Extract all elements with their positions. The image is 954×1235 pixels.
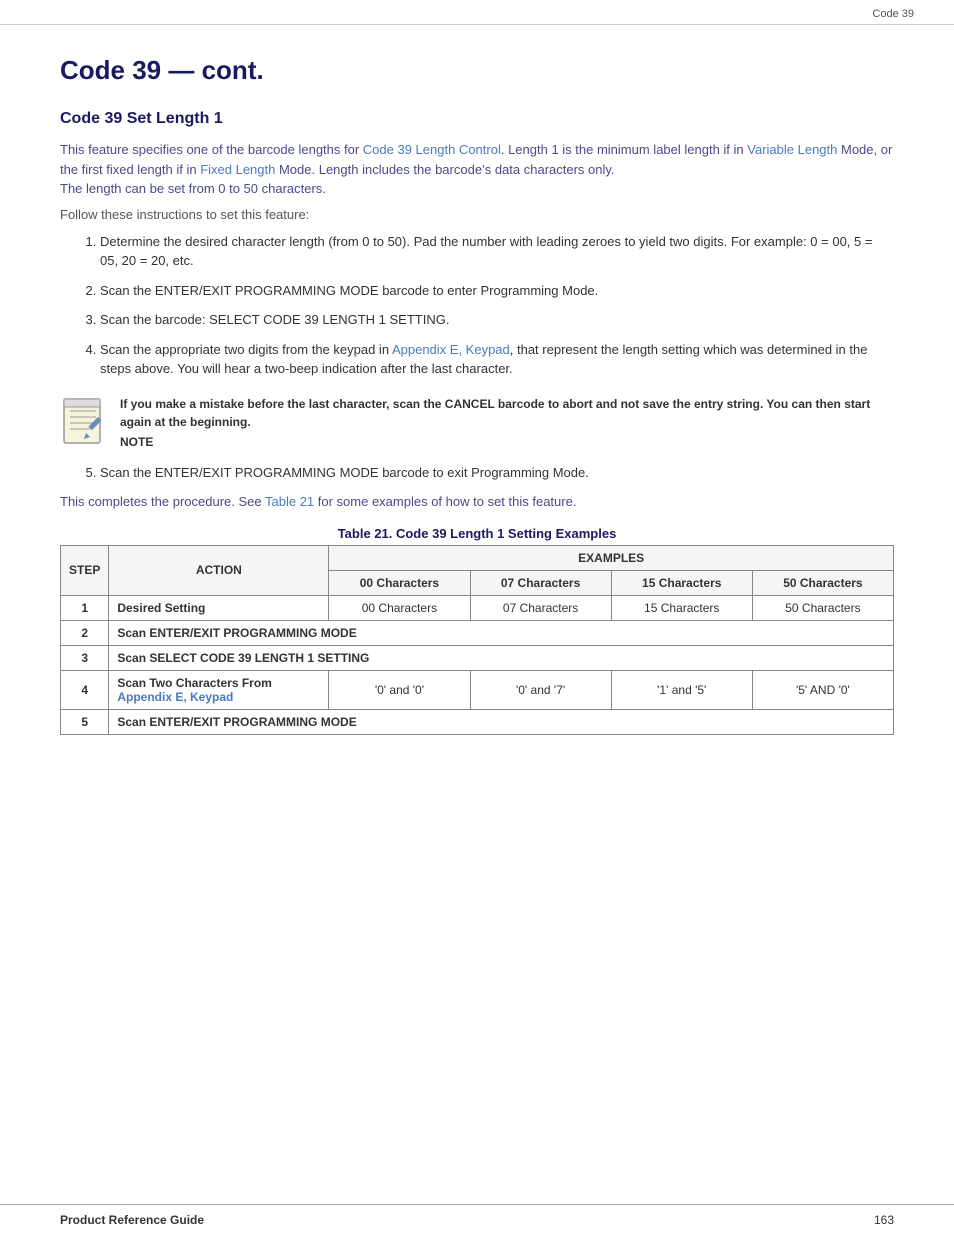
intro-text-4: Mode. Length includes the barcode’s data… [275,162,614,177]
link-appendix-row4[interactable]: Appendix E, Keypad [117,690,233,704]
intro-text-2: . Length 1 is the minimum label length i… [501,142,747,157]
section-heading: Code 39 Set Length 1 [60,110,894,128]
table-row-3: 3 Scan SELECT CODE 39 LENGTH 1 SETTING [61,645,894,670]
val-1-3: 15 Characters [611,595,752,620]
val-1-1: 00 Characters [329,595,470,620]
main-table: STEP ACTION EXAMPLES 00 Characters 07 Ch… [60,545,894,735]
completion-text: This completes the procedure. See Table … [60,492,894,512]
val-4-1: '0' and '0' [329,670,470,709]
link-code39-length-control[interactable]: Code 39 Length Control [363,142,501,157]
step-5-list: Scan the ENTER/EXIT PROGRAMMING MODE bar… [100,463,894,483]
action-2: Scan ENTER/EXIT PROGRAMMING MODE [109,620,894,645]
instructions-intro: Follow these instructions to set this fe… [60,207,894,222]
intro-text-5: The length can be set from 0 to 50 chara… [60,181,326,196]
table-row-4: 4 Scan Two Characters FromAppendix E, Ke… [61,670,894,709]
link-table21[interactable]: Table 21 [265,494,314,509]
step-num-4: 4 [61,670,109,709]
step-5: Scan the ENTER/EXIT PROGRAMMING MODE bar… [100,463,894,483]
step-num-1: 1 [61,595,109,620]
completion-text-1: This completes the procedure. See [60,494,265,509]
step-num-5: 5 [61,709,109,734]
val-1-2: 07 Characters [470,595,611,620]
intro-paragraph: This feature specifies one of the barcod… [60,140,894,199]
table-row-5: 5 Scan ENTER/EXIT PROGRAMMING MODE [61,709,894,734]
note-box: If you make a mistake before the last ch… [60,395,894,451]
val-1-4: 50 Characters [752,595,893,620]
page-title: Code 39 — cont. [60,55,894,86]
steps-list: Determine the desired character length (… [100,232,894,379]
note-content: If you make a mistake before the last ch… [120,395,894,449]
step-num-2: 2 [61,620,109,645]
intro-text-1: This feature specifies one of the barcod… [60,142,363,157]
footer-right: 163 [874,1213,894,1227]
col-action-header: ACTION [109,545,329,595]
step-1: Determine the desired character length (… [100,232,894,271]
step-num-3: 3 [61,645,109,670]
col-step-header: STEP [61,545,109,595]
step-2: Scan the ENTER/EXIT PROGRAMMING MODE bar… [100,281,894,301]
step-4: Scan the appropriate two digits from the… [100,340,894,379]
table-row-1: 1 Desired Setting 00 Characters 07 Chara… [61,595,894,620]
page-container: Code 39 Code 39 — cont. Code 39 Set Leng… [0,0,954,1235]
val-4-2: '0' and '7' [470,670,611,709]
step-3: Scan the barcode: SELECT CODE 39 LENGTH … [100,310,894,330]
col-ex-1: 00 Characters [329,570,470,595]
action-5: Scan ENTER/EXIT PROGRAMMING MODE [109,709,894,734]
note-pencil-icon [60,395,108,451]
table-row-2: 2 Scan ENTER/EXIT PROGRAMMING MODE [61,620,894,645]
top-bar-label: Code 39 [872,8,914,20]
col-examples-header: EXAMPLES [329,545,894,570]
action-4: Scan Two Characters FromAppendix E, Keyp… [109,670,329,709]
action-3: Scan SELECT CODE 39 LENGTH 1 SETTING [109,645,894,670]
action-1: Desired Setting [109,595,329,620]
note-text: If you make a mistake before the last ch… [120,395,894,431]
table-header-row: STEP ACTION EXAMPLES [61,545,894,570]
val-4-4: '5' AND '0' [752,670,893,709]
link-fixed-length[interactable]: Fixed Length [200,162,275,177]
val-4-3: '1' and '5' [611,670,752,709]
main-content: Code 39 — cont. Code 39 Set Length 1 Thi… [0,25,954,765]
link-variable-length[interactable]: Variable Length [747,142,837,157]
footer: Product Reference Guide 163 [0,1204,954,1235]
note-label: NOTE [120,435,894,449]
top-bar: Code 39 [0,0,954,25]
col-ex-3: 15 Characters [611,570,752,595]
col-ex-2: 07 Characters [470,570,611,595]
link-appendix-e[interactable]: Appendix E, Keypad [392,342,510,357]
col-ex-4: 50 Characters [752,570,893,595]
completion-text-2: for some examples of how to set this fea… [314,494,576,509]
table-title: Table 21. Code 39 Length 1 Setting Examp… [60,526,894,541]
footer-left: Product Reference Guide [60,1213,204,1227]
